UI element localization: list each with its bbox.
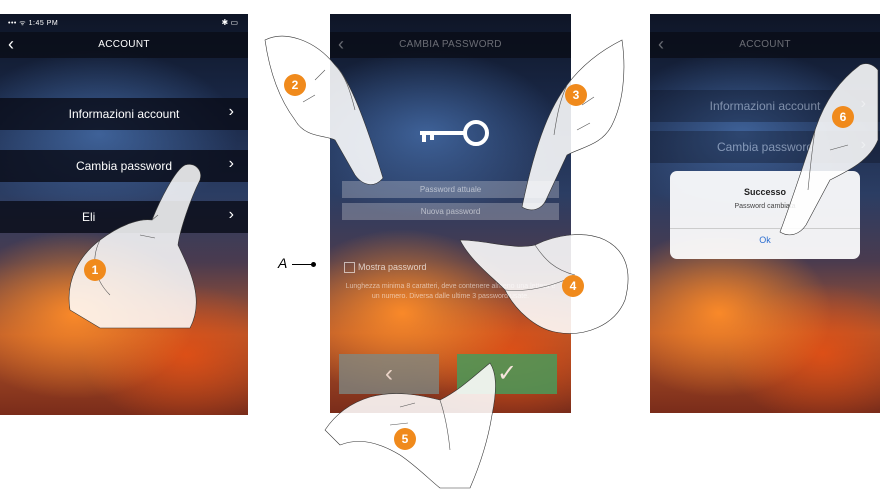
step-badge-5: 5	[394, 428, 416, 450]
pointing-hand-icon	[68, 164, 201, 329]
pointing-hand-icon	[521, 39, 625, 211]
page-title: ACCOUNT	[739, 39, 791, 50]
marker-line	[292, 264, 312, 265]
row-informazioni-account[interactable]: Informazioni account ›	[0, 98, 248, 130]
step-badge-1: 1	[84, 259, 106, 281]
step-badge-3: 3	[565, 84, 587, 106]
top-bar: ‹ ACCOUNT	[650, 32, 880, 58]
chevron-right-icon: ›	[228, 206, 234, 223]
status-bar: ••• ᯤ 1:45 PM ✱ ▭	[0, 14, 248, 32]
page-title: ACCOUNT	[98, 39, 150, 50]
top-bar: ‹ ACCOUNT	[0, 32, 248, 58]
chevron-right-icon: ›	[228, 155, 234, 172]
step-badge-4: 4	[562, 275, 584, 297]
marker-label: A	[278, 255, 288, 271]
status-left: ••• ᯤ 1:45 PM	[8, 20, 59, 27]
show-password-label: Mostra password	[358, 262, 427, 272]
status-right: ✱ ▭	[221, 18, 238, 27]
step-badge-2: 2	[284, 74, 306, 96]
pointing-hand-icon	[459, 234, 629, 334]
pointing-hand-icon	[264, 35, 384, 185]
key-icon	[420, 120, 489, 146]
row-label: Informazioni account	[68, 107, 180, 121]
chevron-right-icon: ›	[228, 103, 234, 120]
pointing-hand-icon	[779, 63, 879, 236]
show-password-checkbox[interactable]	[344, 262, 355, 273]
step-badge-6: 6	[832, 106, 854, 128]
marker-dot	[311, 262, 316, 267]
pointing-hand-icon	[324, 362, 496, 489]
status-bar	[650, 14, 880, 32]
